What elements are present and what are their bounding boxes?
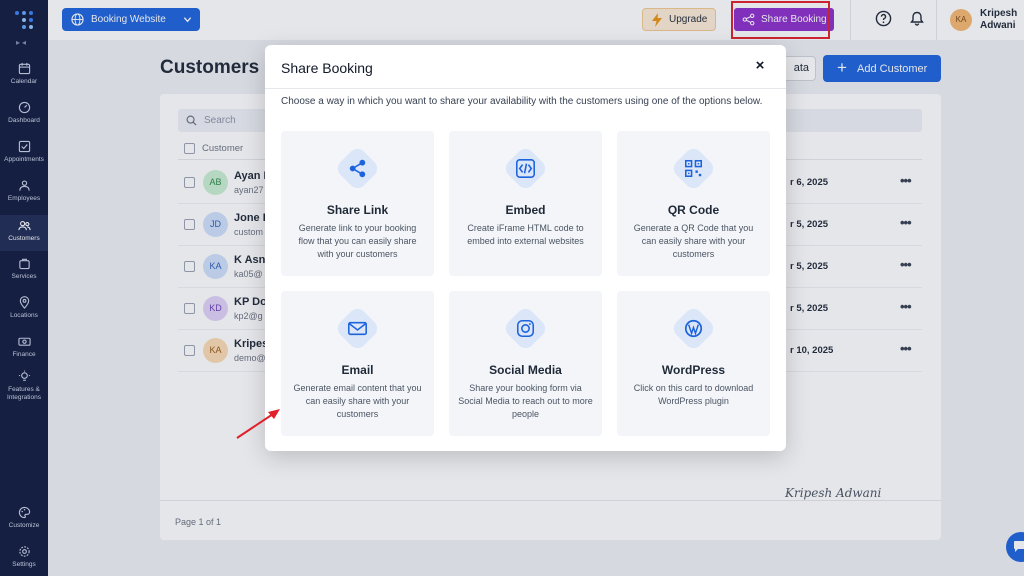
option-title: Share Link (326, 203, 389, 217)
annotation-arrow-icon (236, 409, 280, 439)
qr-code-icon (684, 159, 703, 178)
close-icon[interactable]: × (753, 58, 767, 73)
option-title: Embed (505, 203, 546, 217)
option-title: Social Media (489, 363, 562, 377)
option-description: Generate email content that you can easi… (293, 383, 422, 419)
modal-title: Share Booking (281, 60, 373, 76)
share-booking-modal: Share Booking × Choose a way in which yo… (265, 45, 786, 451)
option-description: Share your booking form via Social Media… (458, 383, 593, 419)
modal-description: Choose a way in which you want to share … (281, 96, 763, 107)
envelope-icon (348, 321, 367, 336)
code-icon (516, 159, 535, 178)
share-link-icon (349, 159, 366, 178)
option-description: Generate a QR Code that you can easily s… (633, 223, 754, 259)
modal-header: Share Booking × (265, 45, 786, 89)
option-description: Create iFrame HTML code to embed into ex… (467, 223, 584, 246)
option-description: Generate link to your booking flow that … (298, 223, 417, 259)
option-email[interactable]: Email Generate email content that you ca… (281, 291, 434, 436)
option-title: Email (341, 363, 374, 377)
option-description: Click on this card to download WordPress… (633, 383, 754, 406)
option-title: QR Code (667, 203, 720, 217)
wordpress-icon (684, 319, 703, 338)
option-qr-code[interactable]: QR Code Generate a QR Code that you can … (617, 131, 770, 276)
option-embed[interactable]: Embed Create iFrame HTML code to embed i… (449, 131, 602, 276)
instagram-icon (516, 319, 535, 338)
option-share-link[interactable]: Share Link Generate link to your booking… (281, 131, 434, 276)
option-social-media[interactable]: Social Media Share your booking form via… (449, 291, 602, 436)
option-wordpress[interactable]: WordPress Click on this card to download… (617, 291, 770, 436)
option-title: WordPress (661, 363, 726, 377)
